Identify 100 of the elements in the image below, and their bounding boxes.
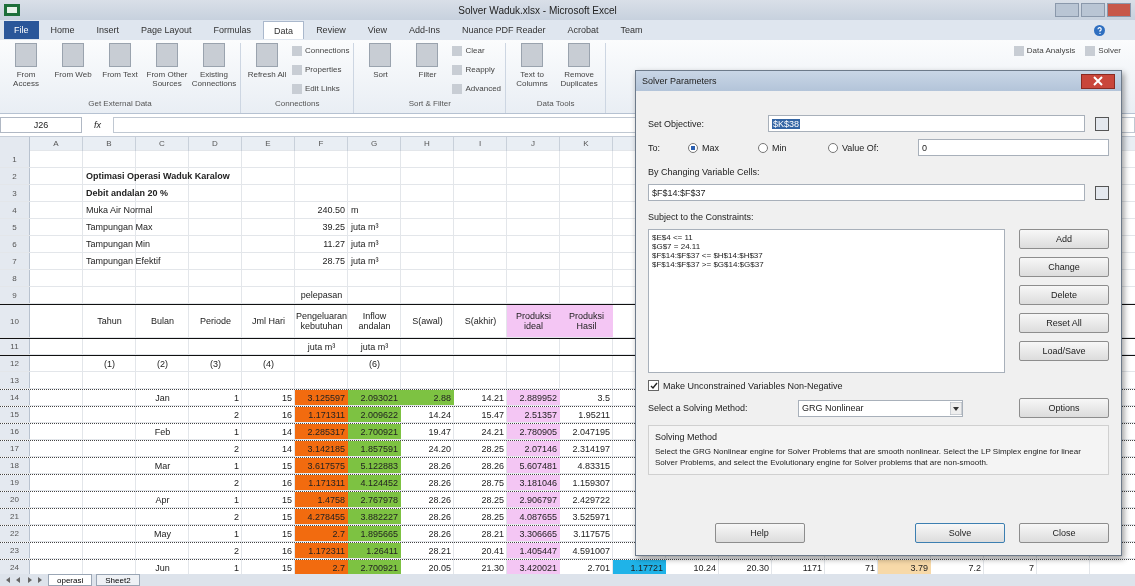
ribbon-button[interactable]: Refresh All	[245, 43, 289, 97]
ribbon-button[interactable]: Data Analysis	[1013, 43, 1076, 58]
help-icon[interactable]	[1094, 24, 1105, 36]
ribbon-button[interactable]: Advanced	[452, 81, 502, 96]
ribbon-button[interactable]: Solver	[1085, 43, 1121, 58]
ribbon-button[interactable]: From Text	[98, 43, 142, 97]
column-header[interactable]: E	[242, 137, 295, 151]
column-header[interactable]: B	[83, 137, 136, 151]
radio-option[interactable]: Min	[758, 142, 818, 153]
row-header[interactable]: 5	[0, 219, 30, 235]
row-header[interactable]: 23	[0, 543, 30, 558]
row-header[interactable]: 8	[0, 270, 30, 286]
checkbox[interactable]	[648, 380, 659, 391]
ribbon-tab[interactable]: Team	[610, 21, 653, 39]
row-header[interactable]: 13	[0, 372, 30, 388]
ribbon-tab[interactable]: Insert	[86, 21, 130, 39]
constraint-item[interactable]: $F$14:$F$37 >= $G$14:$G$37	[652, 260, 1001, 269]
column-header[interactable]: D	[189, 137, 242, 151]
ribbon-button[interactable]: Clear	[452, 43, 502, 58]
row-header[interactable]: 19	[0, 475, 30, 490]
ribbon-tab[interactable]: Home	[40, 21, 85, 39]
row-header[interactable]: 14	[0, 390, 30, 405]
row-header[interactable]: 12	[0, 356, 30, 371]
constraints-list[interactable]: $E$4 <= 11 $G$7 = 24.11 $F$14:$F$37 <= $H$14:$H$37 $F$14:$F$37 >= $G$14:$G$37	[648, 229, 1005, 373]
ribbon-button[interactable]: Filter	[405, 43, 450, 97]
ribbon-button[interactable]: Existing Connections	[192, 43, 236, 97]
column-header[interactable]: J	[507, 137, 560, 151]
constraint-item[interactable]: $F$14:$F$37 <= $H$14:$H$37	[652, 251, 1001, 260]
ribbon-tab[interactable]: File	[4, 21, 39, 39]
row-header[interactable]: 2	[0, 168, 30, 184]
constraint-item[interactable]: $E$4 <= 11	[652, 233, 1001, 242]
ribbon-button[interactable]: Sort	[358, 43, 403, 97]
row-header[interactable]: 4	[0, 202, 30, 218]
column-header[interactable]: C	[136, 137, 189, 151]
ribbon-button[interactable]: From Web	[51, 43, 95, 97]
ribbon-button[interactable]: From Access	[4, 43, 48, 97]
ribbon-button[interactable]: Edit Links	[292, 81, 350, 96]
objective-field[interactable]: $K$38	[768, 115, 1085, 132]
ribbon-button[interactable]: Connections	[292, 43, 350, 58]
row-header[interactable]: 10	[0, 305, 30, 337]
row-header[interactable]: 15	[0, 407, 30, 422]
column-header[interactable]: F	[295, 137, 348, 151]
variable-cells-field[interactable]: $F$14:$F$37	[648, 184, 1085, 201]
dialog-button[interactable]: Load/Save	[1019, 341, 1109, 361]
ribbon-tab[interactable]: Data	[263, 21, 305, 39]
range-picker-icon[interactable]	[1095, 116, 1109, 131]
name-box[interactable]: J26	[0, 117, 82, 133]
ribbon-tab[interactable]: Nuance PDF Reader	[452, 21, 556, 39]
row-header[interactable]: 16	[0, 424, 30, 439]
ribbon-tab[interactable]: Acrobat	[557, 21, 609, 39]
dialog-button[interactable]: Add	[1019, 229, 1109, 249]
dialog-button[interactable]: Change	[1019, 257, 1109, 277]
radio-option[interactable]: Value Of:	[828, 142, 888, 153]
table-cell-text: (2)	[156, 357, 169, 371]
table-cell: 3.79	[878, 560, 931, 574]
options-button[interactable]: Options	[1019, 398, 1109, 418]
ribbon-tab[interactable]: Page Layout	[131, 21, 202, 39]
ribbon-button[interactable]: Reapply	[452, 62, 502, 77]
row-header[interactable]: 7	[0, 253, 30, 269]
column-header[interactable]: H	[401, 137, 454, 151]
field-label: Set Objective:	[648, 118, 706, 129]
row-header[interactable]: 17	[0, 441, 30, 456]
solve-button[interactable]: Solve	[915, 523, 1005, 543]
row-header[interactable]: 24	[0, 560, 30, 574]
ribbon-tab[interactable]: View	[357, 21, 397, 39]
column-header[interactable]: G	[348, 137, 401, 151]
ribbon-tab[interactable]: Add-Ins	[399, 21, 451, 39]
dialog-button[interactable]: Reset All	[1019, 313, 1109, 333]
close-button[interactable]	[1081, 73, 1115, 89]
column-header[interactable]: K	[560, 137, 613, 151]
ribbon-tab[interactable]: Review	[306, 21, 356, 39]
ribbon-button[interactable]: Remove Duplicates	[557, 43, 602, 97]
method-dropdown[interactable]: GRG Nonlinear	[798, 399, 963, 417]
row-header[interactable]: 22	[0, 526, 30, 541]
row-header[interactable]: 6	[0, 236, 30, 252]
help-button[interactable]: Help	[714, 523, 805, 543]
ribbon-button[interactable]: Text to Columns	[510, 43, 555, 97]
constraint-item[interactable]: $G$7 = 24.11	[652, 242, 1001, 251]
range-picker-icon[interactable]	[1095, 185, 1109, 200]
radio-option[interactable]: Max	[688, 142, 748, 153]
row-header[interactable]: 20	[0, 492, 30, 507]
ribbon-button[interactable]: From Other Sources	[145, 43, 189, 97]
sheet-navigation-icon[interactable]	[4, 576, 44, 584]
column-header[interactable]: I	[454, 137, 507, 151]
ribbon-button[interactable]: Properties	[292, 62, 350, 77]
sheet-tab[interactable]: operasi	[48, 574, 93, 586]
sheet-tab[interactable]: Sheet2	[96, 574, 140, 586]
function-button[interactable]: fx	[88, 120, 107, 130]
row-header[interactable]: 9	[0, 287, 30, 303]
ribbon-tab[interactable]: Formulas	[203, 21, 262, 39]
row-header[interactable]: 18	[0, 458, 30, 473]
dialog-button[interactable]: Delete	[1019, 285, 1109, 305]
row-header[interactable]: 1	[0, 151, 30, 167]
row-header[interactable]: 21	[0, 509, 30, 524]
table-cell-text: 2.701	[586, 561, 611, 574]
close-dialog-button[interactable]: Close	[1019, 523, 1109, 543]
row-header[interactable]: 3	[0, 185, 30, 201]
row-header[interactable]: 11	[0, 339, 30, 354]
value-field[interactable]: 0	[918, 139, 1109, 156]
column-header[interactable]: A	[30, 137, 83, 151]
